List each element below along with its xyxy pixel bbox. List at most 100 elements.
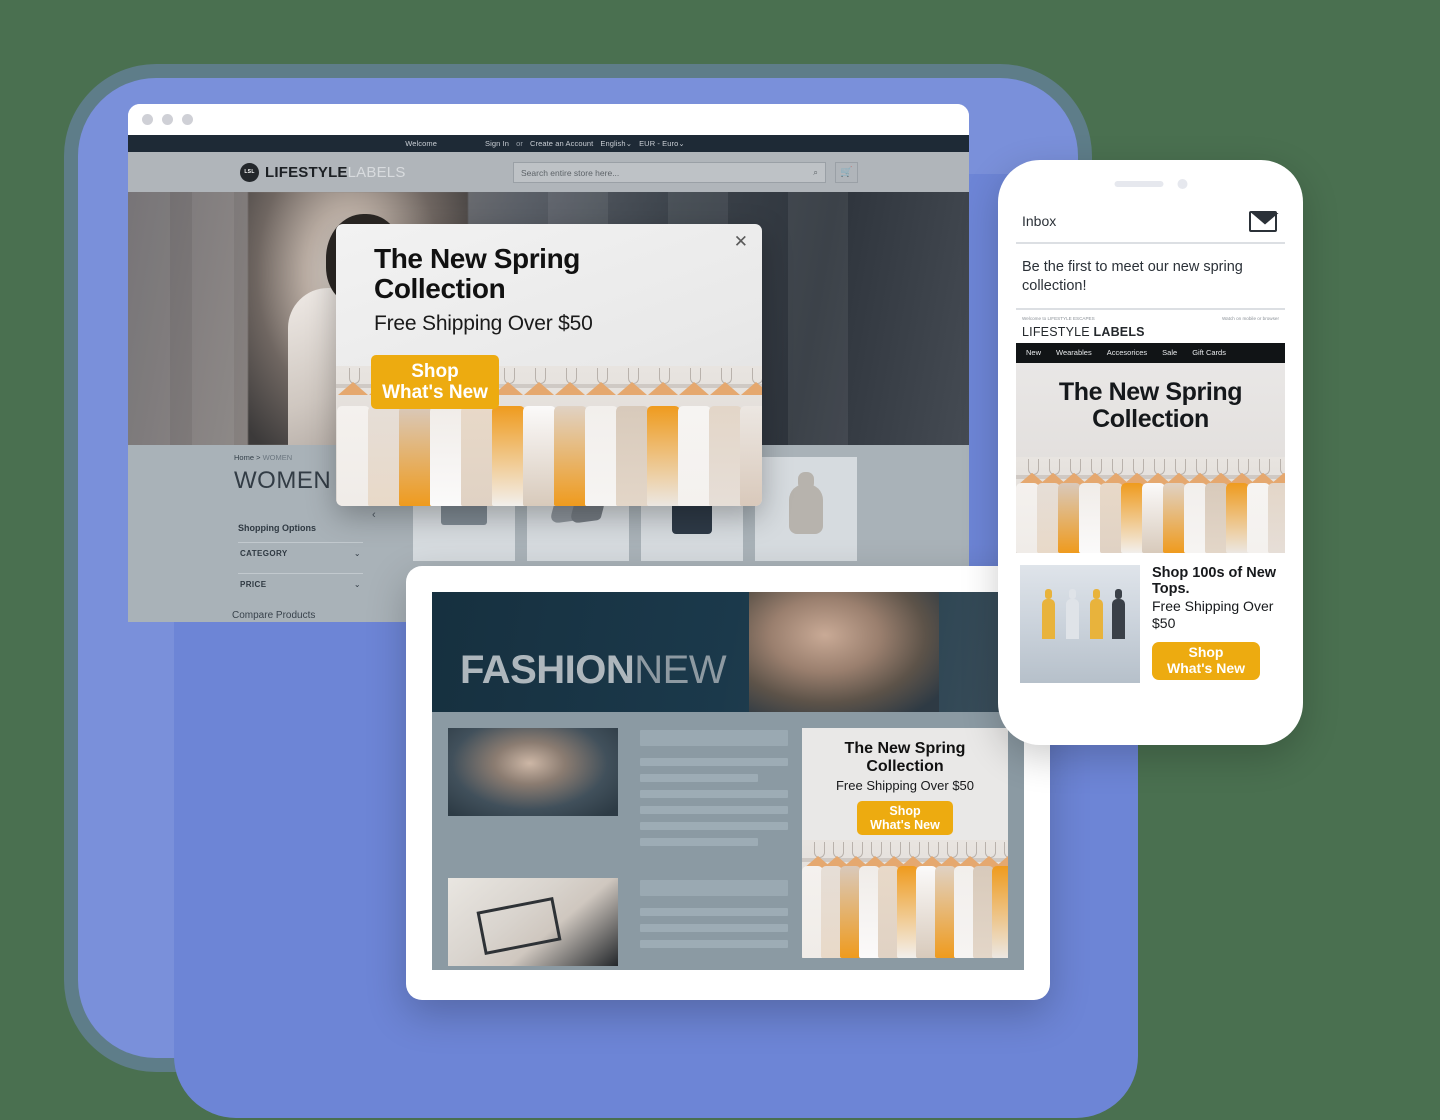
garment-image [678, 406, 711, 506]
rack-hook-icon [928, 842, 939, 858]
rack-hook-icon [597, 368, 608, 384]
email-nav-item-gift-cards[interactable]: Gift Cards [1192, 348, 1226, 357]
garment-image [1163, 482, 1186, 553]
filter-category[interactable]: CATEGORY ⌄ [238, 542, 363, 564]
breadcrumb-home[interactable]: Home [234, 453, 254, 462]
rack-hook-icon [852, 842, 863, 858]
shop-whats-new-button[interactable]: Shop What's New [857, 800, 953, 835]
email-preheader-right[interactable]: Watch on mobile or browser [1222, 316, 1279, 321]
email-logo: LIFESTYLE LABELS [1022, 325, 1279, 339]
logo-badge-icon: LSL [240, 162, 259, 182]
compare-products-link[interactable]: Compare Products [232, 610, 315, 621]
inbox-header: Inbox [1016, 200, 1285, 244]
sign-in-link[interactable]: Sign In [485, 139, 509, 148]
garment-image [992, 866, 1008, 958]
filter-price-label: PRICE [240, 580, 267, 589]
chevron-down-icon: ⌄ [625, 139, 633, 148]
garment-image [1142, 482, 1165, 553]
rack-hook-icon [833, 842, 844, 858]
phone-screen: Inbox Be the first to meet our new sprin… [1016, 200, 1285, 730]
tablet-hero-banner: FASHIONNEW [432, 592, 1024, 712]
search-input[interactable]: Search entire store here... ⌕ [513, 162, 826, 183]
garment-image [840, 866, 861, 958]
cart-icon[interactable]: 🛒 [835, 162, 858, 183]
store-header: LSL LIFESTYLELABELS Search entire store … [128, 152, 969, 192]
article-item[interactable] [448, 728, 788, 854]
email-hero-title: The New Spring Collection [1058, 377, 1243, 433]
email-logo-light: LIFESTYLE [1022, 324, 1090, 339]
product-tile-necklace[interactable] [755, 457, 857, 561]
close-icon[interactable]: ✕ [734, 233, 748, 250]
rack-hook-icon [871, 842, 882, 858]
garment-image [1058, 482, 1081, 553]
rack-hook-icon [1196, 458, 1207, 475]
window-maximize-dot[interactable] [182, 114, 193, 125]
filter-price[interactable]: PRICE ⌄ [238, 573, 363, 595]
language-selector[interactable]: English⌄ [600, 139, 632, 148]
breadcrumb-separator: > [256, 453, 261, 462]
popup-subtitle: Free Shipping Over $50 [374, 312, 593, 335]
envelope-icon[interactable] [1249, 210, 1277, 232]
rack-hook-icon [721, 368, 732, 384]
article-item[interactable] [448, 878, 788, 966]
logo-text-bold: LIFESTYLE [265, 163, 348, 181]
rack-hook-icon [985, 842, 996, 858]
garment-image [1205, 482, 1228, 553]
rack-hook-icon [349, 368, 360, 384]
language-label: English [600, 139, 626, 148]
search-placeholder: Search entire store here... [521, 167, 620, 178]
logo-text-light: LABELS [347, 163, 406, 181]
mannequin-bust-icon [789, 472, 823, 534]
rack-hook-icon [1070, 458, 1081, 475]
cta-line-1: Shop [1188, 644, 1224, 661]
tablet-body: The New Spring Collection Free Shipping … [432, 712, 1024, 970]
garment-image [1268, 482, 1285, 553]
garment-image [1037, 482, 1060, 553]
garment-image [802, 866, 823, 958]
email-nav-item-sale[interactable]: Sale [1162, 348, 1177, 357]
rack-hook-icon [1112, 458, 1123, 475]
garment-image [1100, 482, 1123, 553]
rack-hook-icon [752, 368, 762, 384]
garment-image [821, 866, 842, 958]
garment-image [1079, 482, 1102, 553]
garment-image [1016, 482, 1039, 553]
chevron-down-icon: ⌄ [353, 580, 361, 589]
rack-hook-icon [566, 368, 577, 384]
tablet-window: FASHIONNEW The New Spring Collection Fre… [406, 566, 1050, 1000]
rack-hook-icon [1154, 458, 1165, 475]
rack-hook-icon [1238, 458, 1249, 475]
email-nav-item-wearables[interactable]: Wearables [1056, 348, 1092, 357]
rack-hook-icon [1049, 458, 1060, 475]
carousel-prev-icon[interactable]: ‹ [372, 509, 376, 521]
window-close-dot[interactable] [142, 114, 153, 125]
currency-selector[interactable]: EUR - Euro⌄ [639, 139, 685, 148]
composition-stage: Welcome Sign In or Create an Account Eng… [0, 0, 1440, 1120]
mannequins-storefront-photo [1020, 564, 1140, 683]
article-image-woman [448, 728, 618, 816]
shop-whats-new-button[interactable]: Shop What's New [371, 355, 499, 409]
garment-image [337, 406, 370, 506]
create-account-link[interactable]: Create an Account [530, 139, 593, 148]
cta-line-1: Shop [411, 360, 459, 382]
tablet-hero-title-light: NEW [634, 648, 727, 692]
rack-hook-icon [1259, 458, 1270, 475]
rack-hook-icon [1217, 458, 1228, 475]
filter-category-label: CATEGORY [240, 549, 288, 558]
search-icon[interactable]: ⌕ [813, 167, 818, 178]
garment-image [709, 406, 742, 506]
garment-image [1184, 482, 1207, 553]
breadcrumb-current: WOMEN [262, 453, 293, 462]
store-logo[interactable]: LSL LIFESTYLELABELS [240, 162, 406, 182]
garment-image [1121, 482, 1144, 553]
email-nav-item-new[interactable]: New [1026, 348, 1041, 357]
chevron-down-icon: ⌄ [678, 139, 685, 148]
window-minimize-dot[interactable] [162, 114, 173, 125]
garment-image [859, 866, 880, 958]
camera-icon [1177, 179, 1187, 189]
email-nav-item-accesorices[interactable]: Accesorices [1107, 348, 1147, 357]
shop-whats-new-button[interactable]: Shop What's New [1152, 642, 1260, 681]
article-list [448, 728, 788, 970]
garment-image [430, 406, 463, 506]
garment-image [399, 406, 432, 506]
